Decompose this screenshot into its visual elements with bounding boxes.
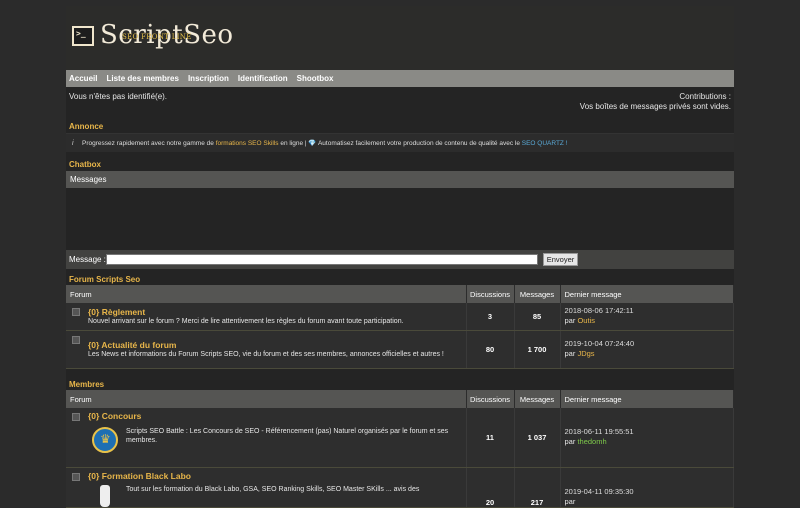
last-message: 2019-10-04 07:24:40 par JDgs bbox=[560, 330, 734, 369]
message-label: Message : bbox=[69, 255, 106, 264]
last-message-by: par bbox=[565, 497, 734, 507]
discussions-count: 3 bbox=[466, 303, 515, 331]
messages-count: 85 bbox=[514, 303, 561, 331]
by-label: par bbox=[564, 349, 576, 358]
forum-description: Les News et informations du Forum Script… bbox=[88, 350, 444, 358]
forum-status-icon bbox=[72, 472, 80, 481]
discussions-count: 11 bbox=[466, 408, 515, 468]
col-discussions: Discussions bbox=[466, 285, 515, 303]
forum-table-scripts-seo: Forum Discussions Messages Dernier messa… bbox=[66, 285, 734, 369]
annonce-text: Progressez rapidement avec notre gamme d… bbox=[82, 139, 568, 147]
nav-identification[interactable]: Identification bbox=[238, 74, 288, 83]
forum-title[interactable]: {0} Règlement bbox=[88, 307, 466, 317]
forum-description: Scripts SEO Battle : Les Concours de SEO… bbox=[126, 428, 449, 444]
pm-status: Vos boîtes de messages privés sont vides… bbox=[579, 102, 731, 111]
last-message-user[interactable]: JDgs bbox=[577, 349, 594, 358]
discussions-count: 80 bbox=[466, 330, 515, 369]
forum-cell: {0} Actualité du forum Les News et infor… bbox=[66, 330, 467, 369]
last-message-date[interactable]: 2019-10-04 07:24:40 bbox=[565, 339, 734, 349]
forum-status-icon bbox=[72, 335, 80, 344]
chatbox-input-bar: Message : Envoyer bbox=[66, 250, 734, 269]
login-status: Vous n'êtes pas identifié(e). bbox=[69, 92, 168, 101]
col-last-message: Dernier message bbox=[560, 285, 734, 303]
info-icon: i bbox=[72, 140, 74, 147]
forum-row: {0} Actualité du forum Les News et infor… bbox=[66, 330, 734, 369]
messages-count: 217 bbox=[514, 467, 561, 508]
by-label: par bbox=[564, 437, 576, 447]
col-messages: Messages bbox=[514, 390, 561, 408]
discussions-count: 20 bbox=[466, 467, 515, 508]
last-message-date[interactable]: 2018-06-11 19:55:51 bbox=[565, 427, 734, 437]
forum-row: {0} Règlement Nouvel arrivant sur le for… bbox=[66, 303, 734, 331]
col-forum: Forum bbox=[66, 285, 467, 303]
annonce-title: Annonce bbox=[69, 122, 104, 131]
last-message-date[interactable]: 2019-04-11 09:35:30 bbox=[565, 487, 734, 497]
page: >_ ScriptSeo SEO FRONT LINE Accueil List… bbox=[66, 6, 734, 508]
terminal-icon: >_ bbox=[72, 26, 94, 46]
forum-description: Nouvel arrivant sur le forum ? Merci de … bbox=[88, 317, 404, 325]
forum-row: {0} Formation Black Labo Tout sur les fo… bbox=[66, 467, 734, 508]
chatbox-header: Messages bbox=[66, 171, 734, 188]
terminal-glyph: >_ bbox=[76, 29, 86, 38]
col-last-message: Dernier message bbox=[560, 390, 734, 408]
messages-count: 1 700 bbox=[514, 330, 561, 369]
annonce-text-2: en ligne | 💎 Automatisez facilement votr… bbox=[278, 140, 522, 147]
bottle-icon bbox=[100, 484, 110, 507]
forum-title[interactable]: {0} Concours bbox=[88, 411, 466, 421]
nav-shootbox[interactable]: Shootbox bbox=[297, 74, 334, 83]
forum-status-icon bbox=[72, 308, 80, 316]
logo-subtitle: SEO FRONT LINE bbox=[122, 33, 192, 41]
last-message: 2019-04-11 09:35:30 par bbox=[560, 467, 734, 508]
annonce-box: i Progressez rapidement avec notre gamme… bbox=[66, 133, 734, 152]
section-title-scripts-seo: Forum Scripts Seo bbox=[69, 275, 141, 284]
forum-row: {0} Concours ♛ Scripts SEO Battle : Les … bbox=[66, 408, 734, 468]
forum-title[interactable]: {0} Formation Black Labo bbox=[88, 471, 466, 481]
message-input[interactable] bbox=[106, 254, 538, 265]
send-button[interactable]: Envoyer bbox=[543, 253, 578, 266]
contributions-label: Contributions : bbox=[679, 92, 731, 101]
forum-title[interactable]: {0} Actualité du forum bbox=[88, 340, 466, 350]
forum-cell: {0} Règlement Nouvel arrivant sur le for… bbox=[66, 303, 467, 331]
trophy-icon: ♛ bbox=[92, 427, 118, 453]
user-status-bar: Vous n'êtes pas identifié(e). Contributi… bbox=[66, 90, 734, 112]
col-discussions: Discussions bbox=[466, 390, 515, 408]
forum-table-membres: Forum Discussions Messages Dernier messa… bbox=[66, 390, 734, 508]
chatbox-title: Chatbox bbox=[69, 160, 101, 169]
header: >_ ScriptSeo SEO FRONT LINE bbox=[66, 6, 734, 70]
nav-accueil[interactable]: Accueil bbox=[69, 74, 97, 83]
last-message-by: par JDgs bbox=[565, 349, 734, 359]
last-message-user[interactable]: Outis bbox=[577, 316, 595, 325]
col-messages: Messages bbox=[514, 285, 561, 303]
link-formations-seo-skills[interactable]: formations SEO Skills bbox=[216, 140, 279, 147]
chatbox-messages-label: Messages bbox=[70, 175, 107, 184]
section-title-membres: Membres bbox=[69, 380, 105, 389]
by-label: par bbox=[564, 496, 576, 506]
last-message-date[interactable]: 2018-08-06 17:42:11 bbox=[565, 306, 734, 316]
last-message-user[interactable]: thedomh bbox=[577, 437, 606, 446]
nav-inscription[interactable]: Inscription bbox=[188, 74, 229, 83]
last-message-by: par thedomh bbox=[565, 437, 734, 447]
nav-liste-membres[interactable]: Liste des membres bbox=[106, 74, 178, 83]
main-nav: Accueil Liste des membres Inscription Id… bbox=[66, 70, 734, 87]
chatbox-messages-area[interactable] bbox=[66, 188, 734, 248]
messages-count: 1 037 bbox=[514, 408, 561, 468]
user-info: Contributions : Vos boîtes de messages p… bbox=[580, 92, 731, 112]
last-message: 2018-06-11 19:55:51 par thedomh bbox=[560, 408, 734, 468]
forum-cell: {0} Concours ♛ Scripts SEO Battle : Les … bbox=[66, 408, 467, 468]
last-message-by: par Outis bbox=[565, 316, 734, 326]
annonce-text-1: Progressez rapidement avec notre gamme d… bbox=[82, 140, 216, 147]
link-seo-quartz[interactable]: SEO QUARTZ ! bbox=[522, 140, 568, 147]
forum-description: Tout sur les formation du Black Labo, GS… bbox=[126, 485, 420, 493]
by-label: par bbox=[564, 316, 576, 326]
last-message: 2018-08-06 17:42:11 par Outis bbox=[560, 303, 734, 331]
col-forum: Forum bbox=[66, 390, 467, 408]
forum-status-icon bbox=[72, 413, 80, 421]
forum-cell: {0} Formation Black Labo Tout sur les fo… bbox=[66, 467, 467, 508]
